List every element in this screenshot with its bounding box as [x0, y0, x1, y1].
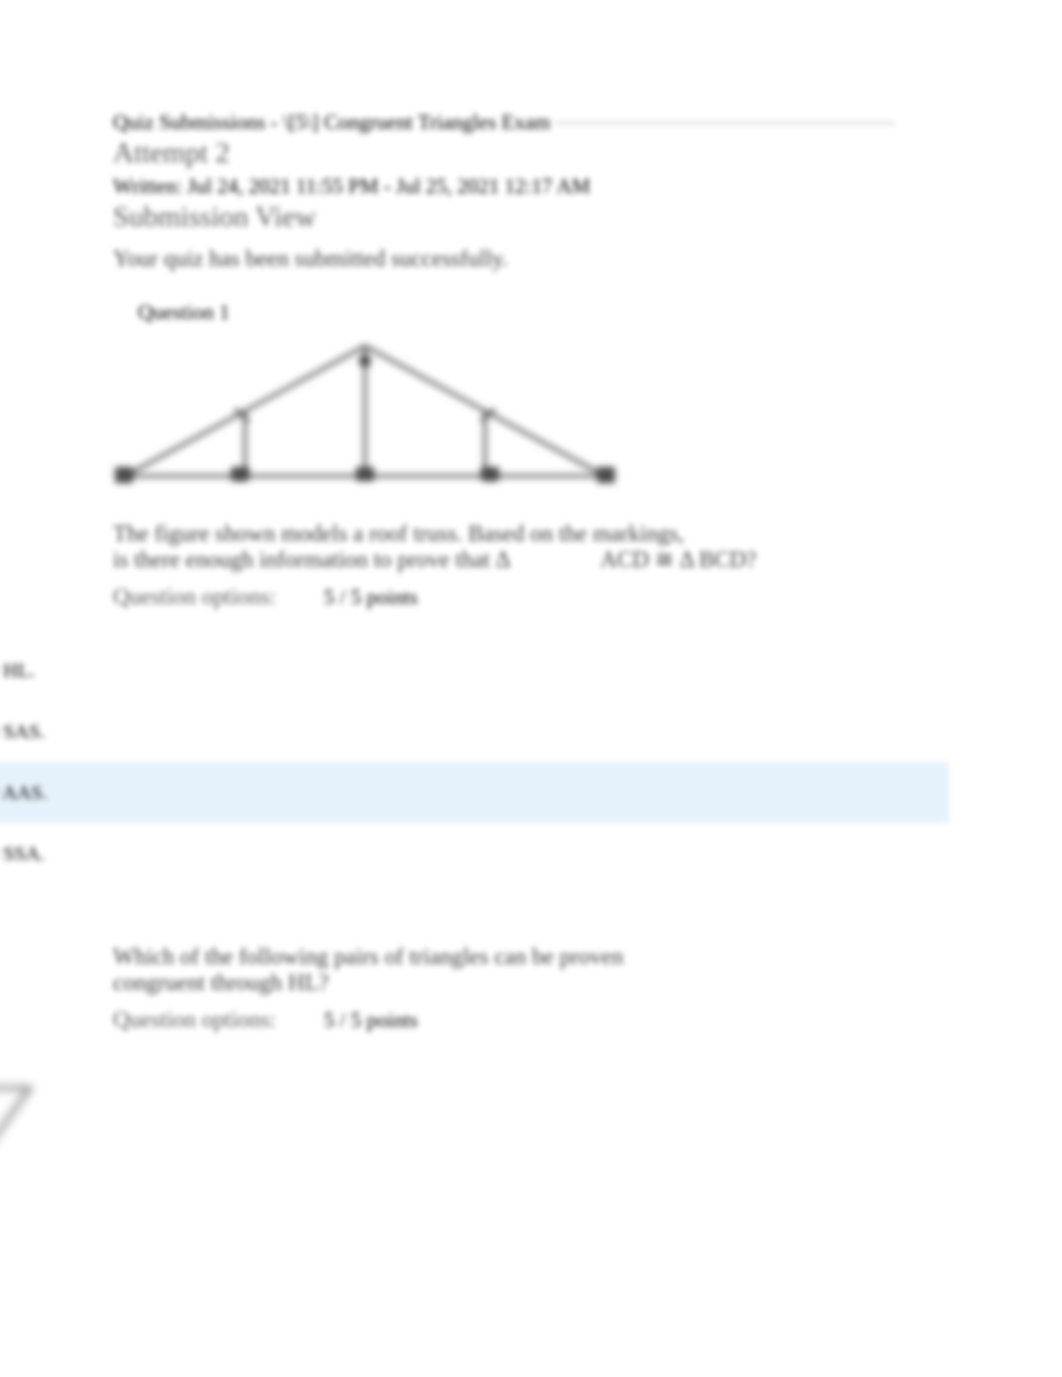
attempt-heading: Attempt 2 [113, 137, 1012, 170]
answer-text: ) ≅ ΔBCD by HL. [0, 658, 35, 683]
question-2-text: Which of the following pairs of triangle… [113, 944, 633, 997]
quiz-title: Quiz Submissions - \[5\] Congruent Trian… [113, 110, 551, 135]
question-1-label: Question 1 [138, 300, 1012, 325]
question-2-figure [0, 1073, 1062, 1228]
question-2-options-row: Question options: 5 / 5 points [113, 1007, 1012, 1033]
question-1-answers: ) ≅ ΔBCD by HL. ) ≅ ΔBCD by SAS. ) ≅ ΔBC… [0, 640, 949, 884]
answer-text: ) ≅ ΔBCD by AAS. [0, 780, 47, 805]
question-1-line2b: ACD ≅ Δ BCD? [600, 547, 756, 572]
success-message: Your quiz has been submitted successfull… [113, 246, 1012, 272]
answer-text: ) ≅ ΔBCD by SAS. [0, 719, 45, 744]
question-2-block: Which of the following pairs of triangle… [113, 944, 1012, 1033]
question-1-options-row: Question options: 5 / 5 points [113, 584, 1012, 610]
answer-option[interactable]: ) ≅ ΔBCD by SSA. [0, 823, 949, 884]
question-2-options-label: Question options: [113, 1007, 276, 1033]
question-1-points: 5 / 5 points [324, 585, 418, 610]
answer-option[interactable]: ) ≅ ΔBCD by HL. [0, 640, 949, 701]
question-2-points: 5 / 5 points [324, 1008, 418, 1033]
answer-option-selected[interactable]: ) ≅ ΔBCD by AAS. [0, 762, 949, 823]
answer-option[interactable]: ) ≅ ΔBCD by SAS. [0, 701, 949, 762]
written-timestamp: Written: Jul 24, 2021 11:55 PM - Jul 25,… [113, 174, 1012, 199]
title-divider [555, 122, 895, 124]
question-1-options-label: Question options: [113, 584, 276, 610]
submission-view-heading: Submission View [113, 201, 1012, 234]
question-1-line2a: is there enough information to prove tha… [113, 547, 510, 572]
answer-text: ) ≅ ΔBCD by SSA. [0, 841, 45, 866]
truss-figure [105, 331, 1012, 501]
question-1-text: The figure shown models a roof truss. Ba… [113, 521, 773, 574]
quiz-title-row: Quiz Submissions - \[5\] Congruent Trian… [113, 110, 1012, 135]
question-1-line1: The figure shown models a roof truss. Ba… [113, 521, 684, 546]
